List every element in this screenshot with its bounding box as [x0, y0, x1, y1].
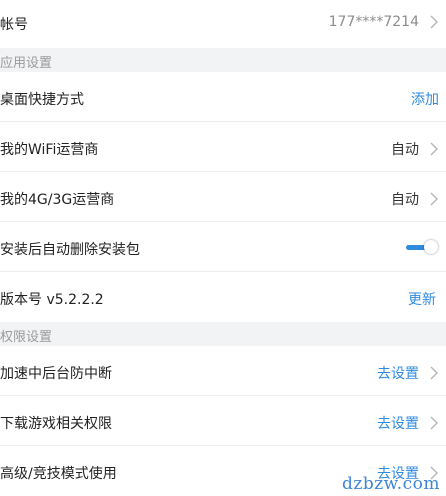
auto-delete-row: 安装后自动删除安装包 — [0, 222, 446, 272]
background-permission-row[interactable]: 加速中后台防中断 去设置 — [0, 346, 446, 396]
wifi-carrier-row[interactable]: 我的WiFi运营商 自动 — [0, 122, 446, 172]
version-row: 版本号 v5.2.2.2 更新 — [0, 272, 446, 322]
update-button[interactable]: 更新 — [408, 289, 436, 309]
permissions-header: 权限设置 — [0, 322, 446, 346]
wifi-carrier-value: 自动 — [391, 142, 419, 158]
chevron-right-icon — [430, 192, 438, 206]
toggle-knob — [424, 240, 438, 254]
add-shortcut-button[interactable]: 添加 — [411, 89, 439, 109]
mobile-carrier-row[interactable]: 我的4G/3G运营商 自动 — [0, 172, 446, 222]
section-title: 应用设置 — [0, 56, 53, 71]
download-permission-row[interactable]: 下载游戏相关权限 去设置 — [0, 396, 446, 446]
desktop-shortcut-label: 桌面快捷方式 — [0, 92, 84, 108]
mobile-carrier-value: 自动 — [391, 192, 419, 208]
account-value: 177****7214 — [328, 14, 419, 30]
chevron-right-icon — [430, 366, 438, 380]
auto-delete-toggle[interactable] — [406, 240, 438, 254]
watermark: dzbzw.com — [342, 474, 440, 494]
chevron-right-icon — [430, 416, 438, 430]
desktop-shortcut-row: 桌面快捷方式 添加 — [0, 72, 446, 122]
download-permission-label: 下载游戏相关权限 — [0, 416, 112, 432]
competitive-permission-label: 高级/竞技模式使用 — [0, 466, 117, 482]
account-row[interactable]: 帐号 177****7214 — [0, 0, 446, 48]
chevron-right-icon — [430, 142, 438, 156]
mobile-carrier-label: 我的4G/3G运营商 — [0, 192, 115, 208]
version-label: 版本号 v5.2.2.2 — [0, 292, 104, 308]
download-setup-link[interactable]: 去设置 — [377, 413, 419, 433]
background-setup-link[interactable]: 去设置 — [377, 363, 419, 383]
chevron-right-icon — [430, 15, 438, 29]
background-permission-label: 加速中后台防中断 — [0, 366, 112, 382]
auto-delete-label: 安装后自动删除安装包 — [0, 242, 140, 258]
account-label: 帐号 — [0, 17, 28, 33]
app-settings-header: 应用设置 — [0, 48, 446, 72]
wifi-carrier-label: 我的WiFi运营商 — [0, 142, 99, 158]
section-title: 权限设置 — [0, 330, 53, 345]
